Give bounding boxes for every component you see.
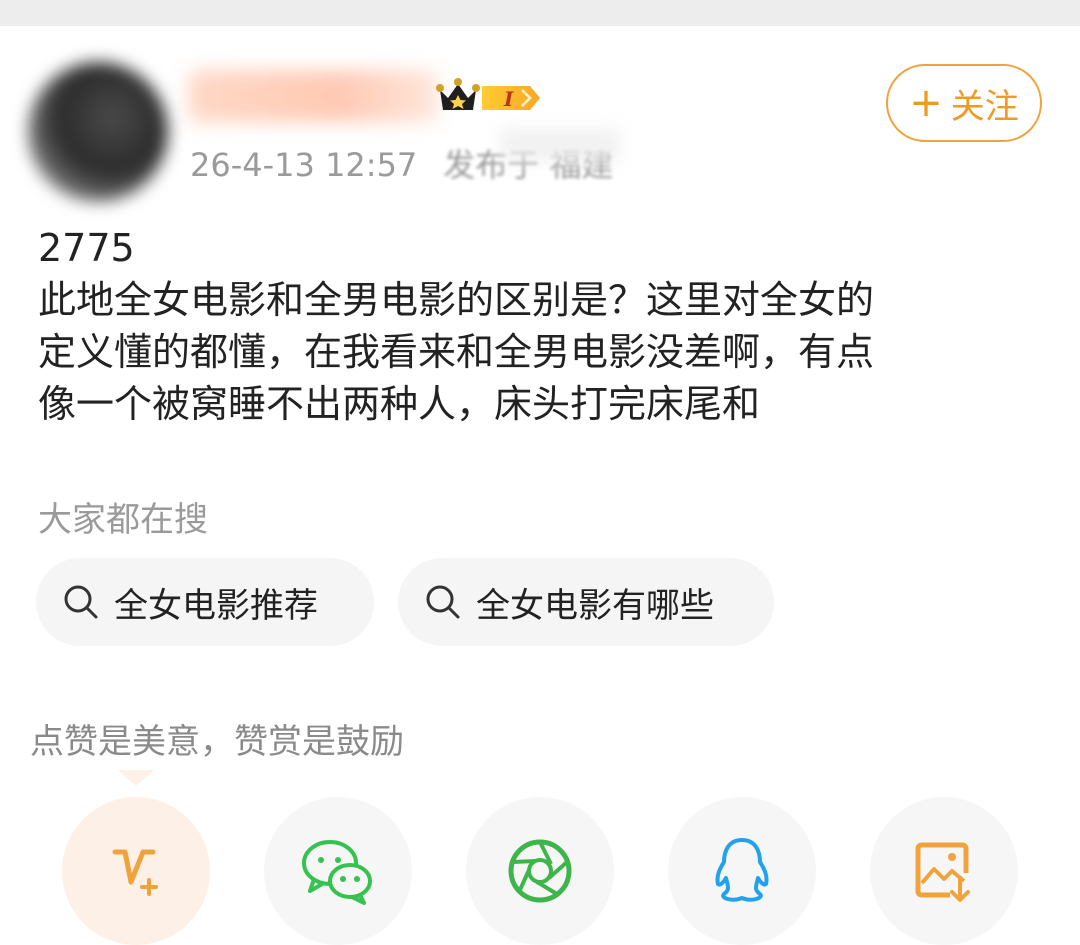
post-line: 像一个被窝睡不出两种人，床头打完床尾和	[38, 382, 761, 426]
level-badge: I	[482, 86, 540, 111]
meta-blur	[500, 128, 620, 162]
search-chip[interactable]: 全女电影推荐	[36, 558, 374, 646]
crown-icon	[436, 78, 480, 110]
search-chip[interactable]: 全女电影有哪些	[398, 558, 774, 646]
search-chip-label: 全女电影推荐	[114, 585, 318, 626]
search-section-title: 大家都在搜	[38, 500, 208, 540]
post-line: 此地全女电影和全男电影的区别是？这里对全女的	[38, 278, 875, 322]
share-moments-button[interactable]	[466, 797, 614, 945]
follow-label: 关注	[950, 86, 1019, 127]
wechat-icon	[302, 840, 372, 905]
share-qq-button[interactable]	[668, 797, 816, 945]
post-content: 2775 此地全女电影和全男电影的区别是？这里对全女的 定义懂的都懂，在我看来和…	[38, 222, 1048, 430]
save-image-icon	[915, 842, 970, 902]
save-image-button[interactable]	[870, 797, 1018, 945]
username-blurred[interactable]	[188, 70, 438, 122]
search-icon	[426, 585, 460, 619]
plus-icon: +	[909, 80, 943, 126]
reward-tip-arrow	[118, 770, 154, 786]
top-divider	[0, 0, 1080, 26]
v-plus-icon	[112, 849, 158, 896]
post-line: 定义懂的都懂，在我看来和全男电影没差啊，有点	[38, 330, 875, 374]
moments-icon	[508, 839, 572, 903]
search-icon	[64, 585, 98, 619]
follow-button[interactable]: + 关注	[886, 64, 1042, 142]
svg-text:I: I	[503, 87, 514, 111]
post-number: 2775	[38, 226, 135, 270]
share-wechat-button[interactable]	[264, 797, 412, 945]
avatar[interactable]	[28, 62, 168, 202]
qq-icon	[715, 838, 769, 902]
search-chip-label: 全女电影有哪些	[476, 585, 714, 626]
post-time: 26-4-13 12:57	[190, 146, 418, 184]
praise-text: 点赞是美意，赞赏是鼓励	[30, 722, 404, 762]
reward-button[interactable]	[62, 797, 210, 945]
